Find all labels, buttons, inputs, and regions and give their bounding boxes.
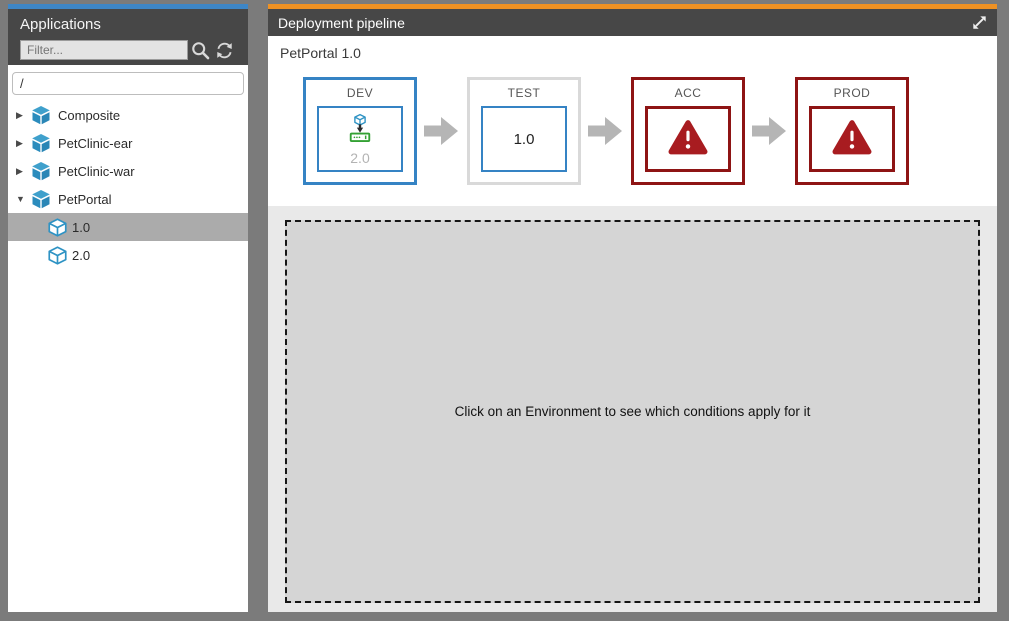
stage-prod-deployment (809, 106, 895, 172)
stage-name: ACC (675, 80, 702, 106)
stage-test-deployment: 1.0 (481, 106, 567, 172)
pipeline-subtitle: PetPortal 1.0 (268, 36, 997, 61)
stage-name: PROD (834, 80, 871, 106)
search-icon[interactable] (188, 38, 212, 62)
stage-name: TEST (508, 80, 541, 106)
refresh-icon[interactable] (212, 38, 236, 62)
applications-tree: ▶ Composite ▶ (8, 101, 248, 269)
flow-arrow (752, 114, 788, 148)
filter-row (8, 38, 248, 62)
pipeline-panel-title: Deployment pipeline (278, 15, 405, 31)
stage-test[interactable]: TEST 1.0 (467, 77, 581, 185)
deployment-in-progress-icon (347, 113, 373, 149)
tree-item-petclinic-war[interactable]: ▶ PetClinic-war (8, 157, 248, 185)
applications-header: Applications (8, 9, 248, 65)
deploying-version: 2.0 (350, 150, 369, 166)
flow-arrow (588, 114, 624, 148)
tree-item-petclinic-ear[interactable]: ▶ PetClinic-ear (8, 129, 248, 157)
expander-expanded-icon[interactable]: ▼ (16, 194, 31, 204)
tree-item-petportal-1.0[interactable]: 1.0 (8, 213, 248, 241)
conditions-message: Click on an Environment to see which con… (455, 404, 811, 419)
tree-item-label: PetClinic-war (58, 164, 135, 179)
stages-row: DEV (303, 77, 997, 185)
version-cube-icon (48, 218, 67, 237)
stage-name: DEV (347, 80, 373, 106)
stage-dev[interactable]: DEV (303, 77, 417, 185)
applications-panel-title: Applications (8, 9, 248, 38)
pipeline-stages-section: PetPortal 1.0 DEV (268, 36, 997, 206)
pipeline-header: Deployment pipeline (268, 9, 997, 36)
tree-item-composite[interactable]: ▶ Composite (8, 101, 248, 129)
tree-item-label: PetPortal (58, 192, 111, 207)
tree-item-petportal-2.0[interactable]: 2.0 (8, 241, 248, 269)
application-cube-icon (31, 161, 51, 181)
expander-collapsed-icon[interactable]: ▶ (16, 166, 31, 177)
conditions-placeholder-box: Click on an Environment to see which con… (285, 220, 980, 603)
tree-item-label: PetClinic-ear (58, 136, 132, 151)
applications-panel: Applications (8, 4, 248, 612)
path-input[interactable] (12, 72, 244, 95)
application-cube-icon (31, 133, 51, 153)
expander-collapsed-icon[interactable]: ▶ (16, 138, 31, 149)
warning-triangle-icon (668, 119, 708, 160)
tree-item-label: Composite (58, 108, 120, 123)
maximize-icon[interactable] (972, 15, 987, 30)
stage-acc-deployment (645, 106, 731, 172)
warning-triangle-icon (832, 119, 872, 160)
stage-prod[interactable]: PROD (795, 77, 909, 185)
version-cube-icon (48, 246, 67, 265)
conditions-section: Click on an Environment to see which con… (268, 206, 997, 612)
application-cube-icon (31, 189, 51, 209)
application-cube-icon (31, 105, 51, 125)
stage-dev-deployment: 2.0 (317, 106, 403, 172)
deployment-pipeline-panel: Deployment pipeline PetPortal 1.0 DEV (268, 4, 997, 612)
expander-collapsed-icon[interactable]: ▶ (16, 110, 31, 121)
applications-tree-container: ▶ Composite ▶ (8, 65, 248, 612)
stage-acc[interactable]: ACC (631, 77, 745, 185)
tree-item-label: 2.0 (72, 248, 90, 263)
tree-item-label: 1.0 (72, 220, 90, 235)
deployed-version: 1.0 (514, 131, 535, 148)
filter-input[interactable] (20, 40, 188, 60)
flow-arrow (424, 114, 460, 148)
tree-item-petportal[interactable]: ▼ PetPortal (8, 185, 248, 213)
workspace-background: Applications (0, 0, 1009, 621)
